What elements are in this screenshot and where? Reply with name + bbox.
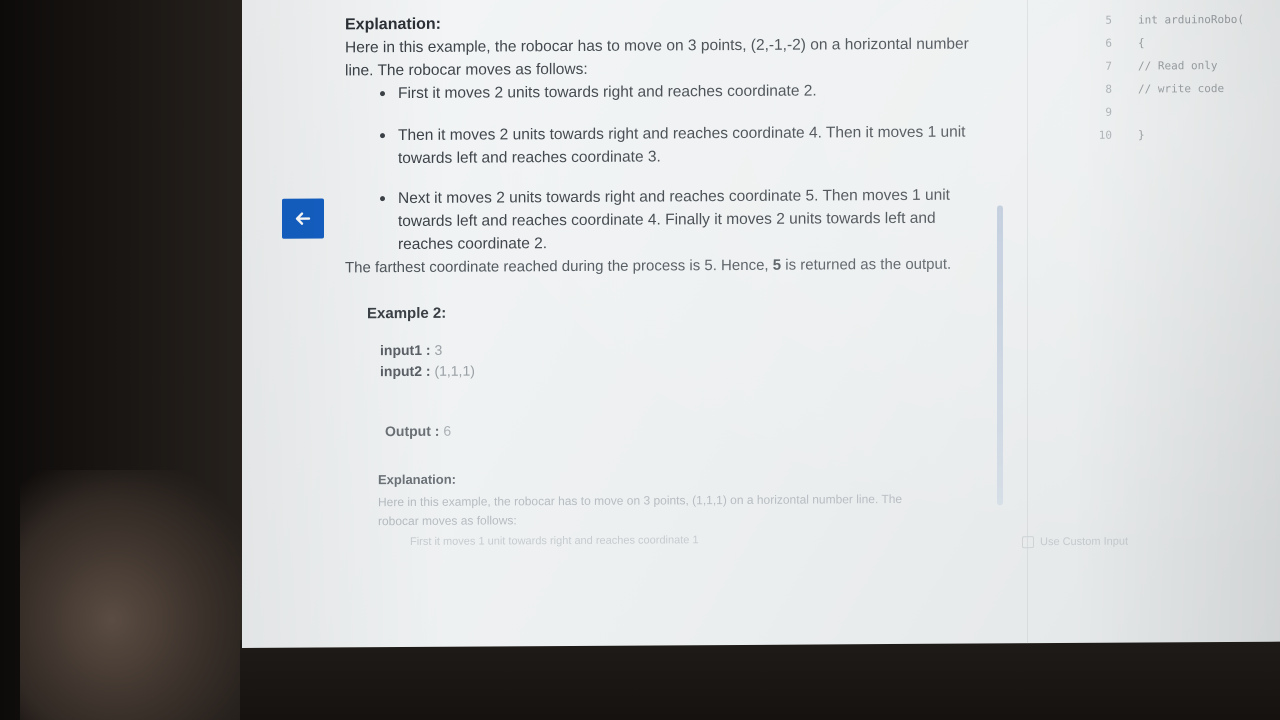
explanation-intro: Here in this example, the robocar has to… (345, 35, 969, 80)
code-line: 8 // write code (1082, 77, 1280, 101)
custom-input-label: Use Custom Input (1040, 535, 1129, 549)
line-number: 6 (1105, 36, 1112, 50)
custom-input-toggle[interactable]: Use Custom Input (1022, 536, 1128, 549)
code-text: // write code (1138, 82, 1225, 96)
input1-label: input1 : (380, 341, 431, 359)
example2-output: Output : 6 (385, 417, 975, 444)
code-line: 10} (1082, 123, 1280, 147)
custom-input-checkbox[interactable] (1022, 536, 1034, 549)
code-line: 9 (1082, 100, 1280, 124)
step-item: Next it moves 2 units towards right and … (380, 184, 975, 257)
code-editor[interactable]: 5 int arduinoRobo( 6{ 7 // Read only 8 //… (1082, 8, 1280, 147)
line-number: 10 (1098, 128, 1112, 142)
example2-explanation-text: Here in this example, the robocar has to… (378, 491, 903, 529)
code-text: { (1138, 36, 1145, 50)
output-value: 6 (443, 422, 452, 439)
monitor-bezel (240, 640, 1280, 720)
screen: Explanation: Here in this example, the r… (242, 0, 1280, 649)
desk-object (20, 470, 250, 720)
input2-row: input2 : (1,1,1) (380, 358, 975, 383)
problem-scrollbar[interactable] (997, 205, 1003, 506)
example2-inputs: input1 : 3 input2 : (1,1,1) (380, 337, 975, 383)
steps-list: First it moves 2 units towards right and… (380, 79, 975, 257)
example2-heading: Example 2: (367, 304, 447, 323)
farthest-summary: The farthest coordinate reached during t… (345, 253, 975, 280)
example2-explanation-heading: Explanation: (378, 471, 457, 488)
code-text: // Read only (1138, 59, 1218, 73)
problem-description: Explanation: Here in this example, the r… (345, 10, 975, 555)
example2-first-step: First it moves 1 unit towards right and … (410, 534, 699, 548)
farthest-prefix: The farthest coordinate reached during t… (345, 256, 769, 277)
arrow-left-icon (295, 212, 311, 225)
code-text: } (1138, 128, 1145, 142)
back-button[interactable] (282, 198, 324, 239)
code-text: int arduinoRobo( (1138, 12, 1244, 27)
line-number: 8 (1105, 82, 1112, 96)
code-line: 5 int arduinoRobo( (1082, 8, 1280, 32)
code-line: 7 // Read only (1082, 54, 1280, 78)
step-item: Then it moves 2 units towards right and … (380, 121, 975, 171)
step-item: First it moves 2 units towards right and… (380, 79, 975, 106)
line-number: 9 (1105, 105, 1112, 119)
farthest-value: 5 (772, 256, 782, 274)
code-line: 6{ (1082, 31, 1280, 55)
line-number: 7 (1105, 59, 1112, 73)
input2-label: input2 : (380, 362, 431, 380)
output-label: Output : (385, 422, 440, 440)
input2-value: (1,1,1) (434, 362, 475, 379)
input1-value: 3 (434, 341, 443, 358)
farthest-suffix: is returned as the output. (785, 255, 952, 274)
line-number: 5 (1105, 13, 1112, 27)
